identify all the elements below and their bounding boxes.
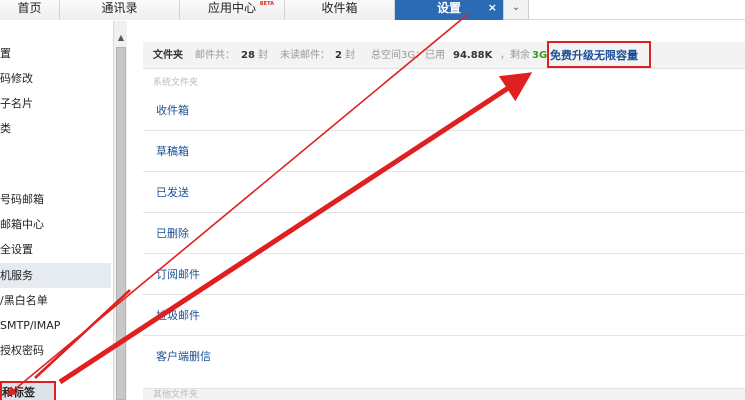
tab-settings-label: 设置 xyxy=(436,1,461,15)
sidebar-item-label: 全设置 xyxy=(0,243,33,256)
beta-badge: BETA xyxy=(259,1,274,7)
space-label: 总空间3G：已用 xyxy=(371,50,446,61)
space-remaining: 3G xyxy=(532,50,548,61)
sidebar-scrollbar[interactable]: ▲ xyxy=(113,21,127,400)
space-used: 94.88K xyxy=(453,50,493,61)
sidebar-item-auth-code[interactable]: 授权密码 xyxy=(0,338,111,363)
tab-contacts[interactable]: 通讯录 xyxy=(60,0,180,20)
tab-contacts-label: 通讯录 xyxy=(101,1,138,15)
sidebar-item-label: 和标签 xyxy=(2,386,35,399)
tab-home[interactable]: 首页 xyxy=(0,0,60,20)
sidebar-item-password[interactable]: 码修改 xyxy=(0,66,111,91)
sidebar-item-mobile-service[interactable]: 机服务 xyxy=(0,263,111,288)
folder-spam[interactable]: 垃圾邮件 xyxy=(143,295,745,336)
tab-home-label: 首页 xyxy=(17,1,42,15)
tab-settings[interactable]: 设置 × xyxy=(395,0,503,20)
folder-client-deleted[interactable]: 客户端删信 xyxy=(143,336,745,377)
sidebar-item-category[interactable]: 类 xyxy=(0,116,111,141)
unread-label: 未读邮件： xyxy=(280,50,330,61)
sidebar-item-label: 类 xyxy=(0,122,11,135)
settings-sidebar: 置 码修改 子名片 类 号码邮箱 邮箱中心 全设置 机服务 /黑白名单 SMTP… xyxy=(0,21,113,400)
folder-deleted[interactable]: 已删除 xyxy=(143,213,745,254)
sidebar-item-label: /黑白名单 xyxy=(0,294,48,307)
top-tab-bar: 首页 通讯录 应用中心 BETA 收件箱 设置 × ⌄ xyxy=(0,0,745,20)
folder-inbox[interactable]: 收件箱 xyxy=(143,90,745,131)
mail-total-unit: 封 xyxy=(258,50,268,61)
unread-unit: 封 xyxy=(345,50,355,61)
sidebar-item-label: 邮箱中心 xyxy=(0,218,44,231)
annotation-highlight-box xyxy=(547,41,651,68)
folder-subscriptions[interactable]: 订阅邮件 xyxy=(143,254,745,295)
sidebar-item-general[interactable]: 置 xyxy=(0,41,111,66)
sidebar-item-label: 码修改 xyxy=(0,72,33,85)
folder-heading: 文件夹 xyxy=(153,50,183,61)
sidebar-item-security[interactable]: 全设置 xyxy=(0,237,111,262)
sidebar-item-label: 授权密码 xyxy=(0,344,44,357)
space-remaining-label: ，剩余 xyxy=(500,50,530,61)
other-folders-header: 其他文件夹 xyxy=(143,388,745,400)
sidebar-item-smtp-imap[interactable]: SMTP/IMAP xyxy=(0,313,111,338)
tab-inbox[interactable]: 收件箱 xyxy=(285,0,395,20)
close-icon[interactable]: × xyxy=(488,0,497,16)
sidebar-item-label: 子名片 xyxy=(0,97,33,110)
sidebar-item-folders-labels[interactable]: 和标签 xyxy=(0,381,56,400)
folder-panel: 文件夹 邮件共： 28 封 未读邮件： 2 封 总空间3G：已用 94.88K … xyxy=(143,41,745,400)
sidebar-item-label: 机服务 xyxy=(0,269,33,282)
folder-sent[interactable]: 已发送 xyxy=(143,172,745,213)
unread-count: 2 xyxy=(335,50,342,61)
system-folders-header: 系统文件夹 xyxy=(153,78,199,88)
mail-total-count: 28 xyxy=(241,50,255,61)
sidebar-item-mailbox-center[interactable]: 邮箱中心 xyxy=(0,212,111,237)
chevron-down-icon[interactable]: ⌄ xyxy=(503,0,529,20)
tab-app-center-label: 应用中心 xyxy=(207,1,256,15)
mail-total-label: 邮件共： xyxy=(195,50,235,61)
scroll-up-icon[interactable]: ▲ xyxy=(114,33,128,42)
sidebar-item-number-mailbox[interactable]: 号码邮箱 xyxy=(0,187,111,212)
mailbox-summary-bar: 文件夹 邮件共： 28 封 未读邮件： 2 封 总空间3G：已用 94.88K … xyxy=(143,41,745,69)
sidebar-item-business-card[interactable]: 子名片 xyxy=(0,91,111,116)
sidebar-item-blacklist[interactable]: /黑白名单 xyxy=(0,288,111,313)
tab-inbox-label: 收件箱 xyxy=(321,1,358,15)
sidebar-item-label: SMTP/IMAP xyxy=(0,319,61,332)
sidebar-item-label: 号码邮箱 xyxy=(0,193,44,206)
tab-app-center[interactable]: 应用中心 BETA xyxy=(180,0,285,20)
scroll-thumb[interactable] xyxy=(116,47,126,400)
sidebar-item-label: 置 xyxy=(0,47,11,60)
folder-drafts[interactable]: 草稿箱 xyxy=(143,131,745,172)
